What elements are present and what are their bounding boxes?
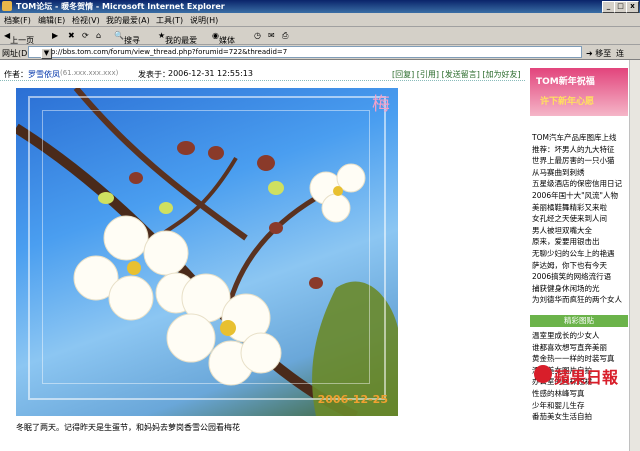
section-header: 精彩图贴 xyxy=(530,315,628,327)
address-bar: 网址(D) http://bbs.tom.com/forum/view_thre… xyxy=(0,45,640,60)
banner-title: TOM新年祝福 xyxy=(536,77,595,87)
vertical-scrollbar[interactable] xyxy=(629,60,640,451)
menu-help[interactable]: 说明(H) xyxy=(190,15,218,26)
list-item[interactable]: 番茄美女生活自拍 xyxy=(530,411,628,423)
list-item[interactable]: 从马赛曲到刺绣 xyxy=(530,167,628,179)
address-url: http://bbs.tom.com/forum/view_thread.php… xyxy=(41,48,288,56)
posted-time: 2006-12-31 12:55:13 xyxy=(168,69,253,78)
list-item[interactable]: 谁都喜欢想写直奔美丽 xyxy=(530,342,628,354)
list-item[interactable]: 为刘德华而疯狂的两个女人 xyxy=(530,294,628,306)
back-button[interactable]: ◀ 上一页 xyxy=(4,31,34,45)
apple-daily-logo: 蘋果日報 xyxy=(534,362,634,388)
search-button[interactable]: 🔍 搜寻 xyxy=(114,31,140,45)
list-item[interactable]: 美丽橘鞋舞精彩又来啦 xyxy=(530,202,628,214)
close-button[interactable]: x xyxy=(626,1,639,13)
page-content: 作者： 罗雪依凤 (61.xxx.xxx.xxx) 发表于： 2006-12-3… xyxy=(0,60,640,451)
list-item[interactable]: 捕获健身休闲场的光 xyxy=(530,283,628,295)
posted-label: 发表于： xyxy=(138,70,170,79)
toolbar: ◀ 上一页 ▶ ✖ ⟳ ⌂ 🔍 搜寻 ★ 我的最爱 ◉ 媒体 ◷ ✉ ⎙ xyxy=(0,27,640,45)
list-item[interactable]: 性感的林峰写真 xyxy=(530,388,628,400)
list-item[interactable]: 原来，爱要用银击出 xyxy=(530,236,628,248)
news-link-list: TOM汽车产品库图库上线 推荐：坏男人的九大特征 世界上最厉害的一只小猫 从马赛… xyxy=(530,132,628,306)
favorites-button[interactable]: ★ 我的最爱 xyxy=(158,31,197,45)
media-button[interactable]: ◉ 媒体 xyxy=(212,31,235,45)
menu-file[interactable]: 档案(F) xyxy=(4,15,31,26)
menu-edit[interactable]: 编辑(E) xyxy=(38,15,65,26)
list-item[interactable]: 温室里成长的少女人 xyxy=(530,330,628,342)
list-item[interactable]: 少年和婴儿生存 xyxy=(530,400,628,412)
logo-text: 蘋果日報 xyxy=(554,368,619,387)
post-caption: 冬眠了两天。记得昨天是生蛋节，和妈妈去萝岗香雪公园看梅花 xyxy=(16,423,240,432)
stop-icon[interactable]: ✖ xyxy=(68,31,75,40)
photo-watermark: 梅 xyxy=(372,94,390,115)
post-header: 作者： 罗雪依凤 (61.xxx.xxx.xxx) 发表于： 2006-12-3… xyxy=(0,68,525,81)
window-title: TOM论坛 - 暖冬贺情 - Microsoft Internet Explor… xyxy=(16,2,225,11)
menu-tools[interactable]: 工具(T) xyxy=(156,15,183,26)
links-button[interactable]: 连 xyxy=(616,48,624,59)
photo-inner-frame xyxy=(42,110,370,384)
list-item[interactable]: 女孔经之天使来到人间 xyxy=(530,213,628,225)
list-item[interactable]: 推荐：坏男人的九大特征 xyxy=(530,144,628,156)
title-bar: TOM论坛 - 暖冬贺情 - Microsoft Internet Explor… xyxy=(0,0,640,13)
photo-date-stamp: 2006-12-25 xyxy=(317,393,388,406)
print-icon[interactable]: ⎙ xyxy=(282,31,288,41)
author-name[interactable]: 罗雪依凤 xyxy=(28,69,60,80)
mail-icon[interactable]: ✉ xyxy=(268,31,275,40)
list-item[interactable]: 萨达姆，你下也有今天 xyxy=(530,260,628,272)
history-icon[interactable]: ◷ xyxy=(254,31,261,40)
go-button[interactable]: ➜ 移至 xyxy=(586,48,611,59)
list-item[interactable]: 世界上最厉害的一只小猫 xyxy=(530,155,628,167)
menu-bar: 档案(F) 编辑(E) 检视(V) 我的最爱(A) 工具(T) 说明(H) xyxy=(0,13,640,27)
list-item[interactable]: 2006年国十大"风流"人物 xyxy=(530,190,628,202)
list-item[interactable]: TOM汽车产品库图库上线 xyxy=(530,132,628,144)
address-input[interactable]: http://bbs.tom.com/forum/view_thread.php… xyxy=(28,46,582,59)
banner-subtitle: 许下新年心愿 xyxy=(540,97,595,107)
post-photo: 梅 2006-12-25 xyxy=(16,88,398,416)
forward-icon[interactable]: ▶ xyxy=(52,31,58,40)
menu-view[interactable]: 检视(V) xyxy=(72,15,100,26)
home-icon[interactable]: ⌂ xyxy=(96,31,101,40)
apple-icon xyxy=(534,365,552,383)
post-actions[interactable]: [回复] [引用] [发送留言] [加为好友] xyxy=(392,69,521,80)
chevron-down-icon[interactable]: ▼ xyxy=(41,48,52,59)
list-item[interactable]: 无聊少妇的公车上的艳遇 xyxy=(530,248,628,260)
list-item[interactable]: 五星级酒店的保密信用日记 xyxy=(530,178,628,190)
author-label: 作者： xyxy=(4,70,28,79)
go-label: 移至 xyxy=(595,49,612,58)
author-ip: (61.xxx.xxx.xxx) xyxy=(60,69,119,77)
sidebar: TOM新年祝福 许下新年心愿 TOM汽车产品库图库上线 推荐：坏男人的九大特征 … xyxy=(530,68,628,451)
new-year-banner[interactable]: TOM新年祝福 许下新年心愿 xyxy=(530,68,628,116)
list-item[interactable]: 2006搞笑的网络流行语 xyxy=(530,271,628,283)
list-item[interactable]: 男人被坦双嘴大全 xyxy=(530,225,628,237)
ie-icon xyxy=(2,1,12,11)
menu-favorites[interactable]: 我的最爱(A) xyxy=(106,15,150,26)
address-label: 网址(D) xyxy=(2,49,31,58)
refresh-icon[interactable]: ⟳ xyxy=(82,31,89,40)
